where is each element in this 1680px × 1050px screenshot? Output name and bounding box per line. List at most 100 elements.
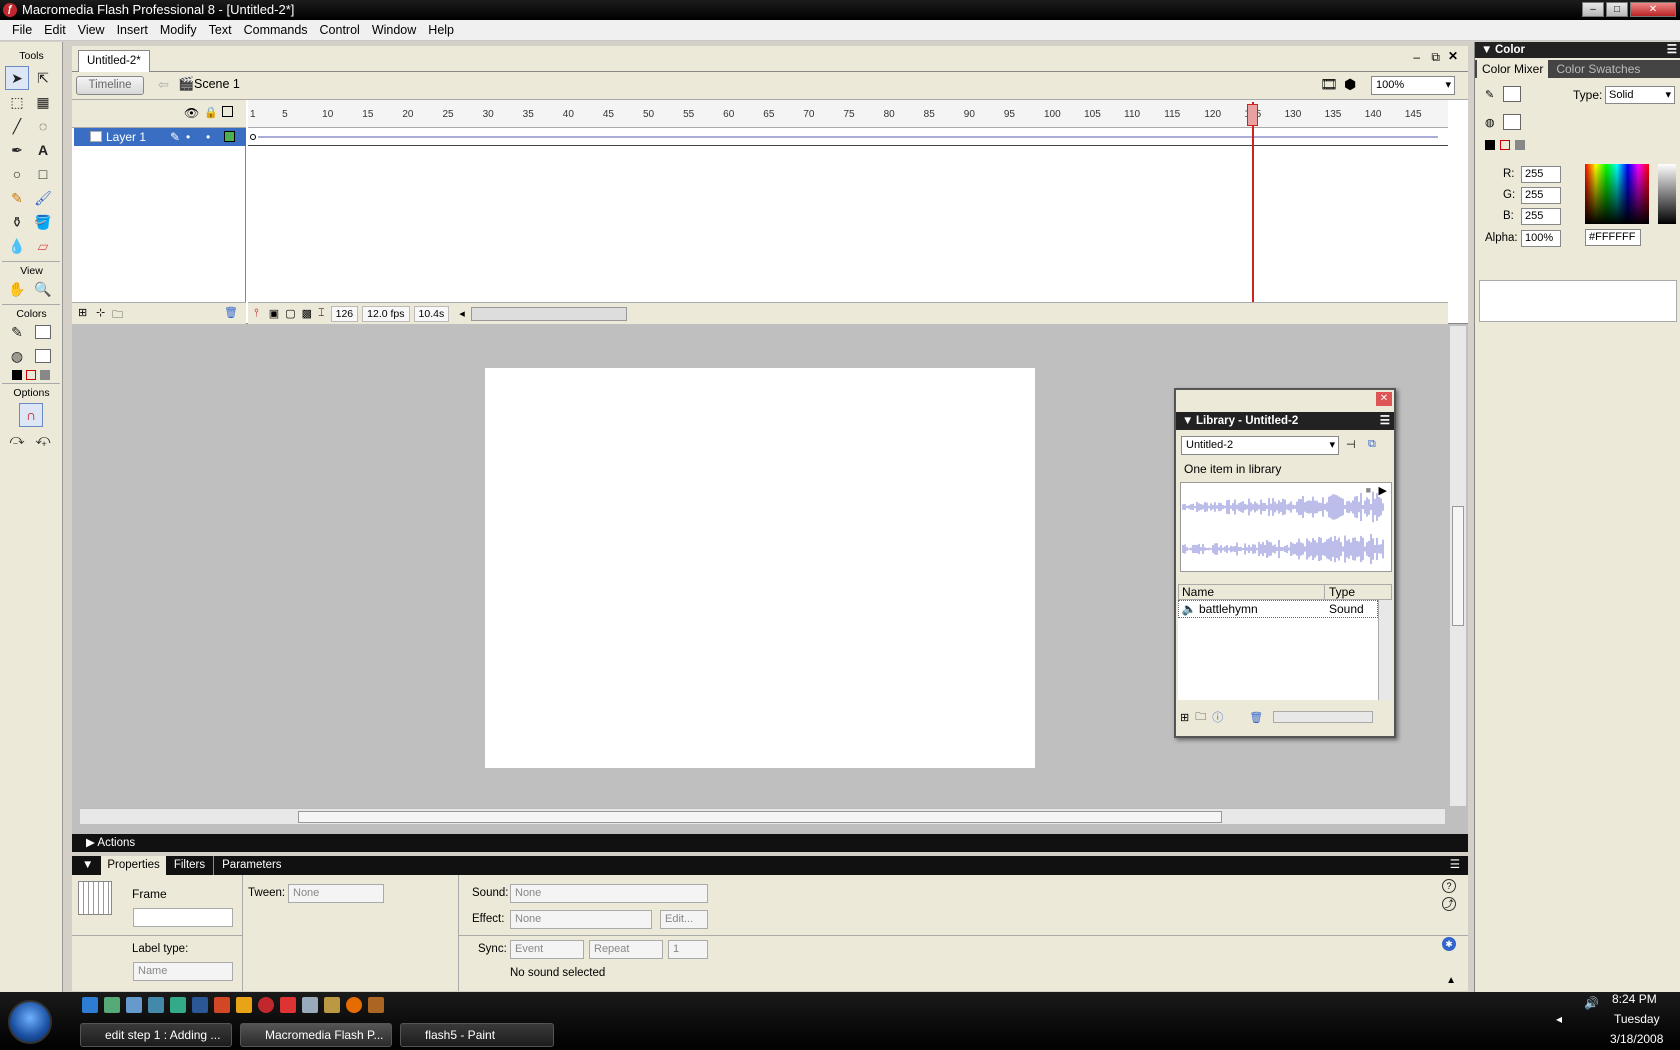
- menu-help[interactable]: Help: [422, 20, 460, 40]
- powerpoint-icon[interactable]: [214, 997, 230, 1013]
- swap-colors-icon[interactable]: [1515, 140, 1525, 150]
- lock-icon[interactable]: 🔒: [204, 106, 218, 119]
- blue-input[interactable]: 255: [1521, 208, 1561, 225]
- tab-filters[interactable]: Filters: [166, 856, 215, 875]
- oval-tool-icon[interactable]: ○: [5, 162, 29, 186]
- layer-row[interactable]: Layer 1 ✎ • •: [74, 128, 246, 146]
- type-select[interactable]: Solid ▾: [1605, 86, 1675, 104]
- stroke-color-icon[interactable]: ✎: [5, 320, 29, 344]
- back-arrow-icon[interactable]: ⇦: [158, 77, 169, 93]
- menu-edit[interactable]: Edit: [38, 20, 72, 40]
- repeat-select[interactable]: Repeat: [589, 940, 663, 959]
- document-tab[interactable]: Untitled-2*: [78, 50, 150, 72]
- ie-icon[interactable]: [82, 997, 98, 1013]
- onion-skin-icon[interactable]: ▣: [269, 307, 279, 320]
- edit-in-place-icon[interactable]: ⤴: [1442, 897, 1456, 911]
- free-transform-tool-icon[interactable]: ⬚: [5, 90, 29, 114]
- new-folder-icon[interactable]: 🗀: [1195, 708, 1206, 727]
- alpha-input[interactable]: 100%: [1521, 230, 1561, 247]
- ink-bottle-tool-icon[interactable]: ⚱: [5, 210, 29, 234]
- help-icon[interactable]: ?: [1442, 879, 1456, 893]
- eye-icon[interactable]: 👁: [184, 106, 199, 120]
- stroke-color-swatch[interactable]: [31, 320, 55, 344]
- start-button[interactable]: [8, 1000, 52, 1044]
- frames-row[interactable]: [248, 128, 1448, 146]
- line-tool-icon[interactable]: ╱: [5, 114, 29, 138]
- task-flash[interactable]: Macromedia Flash P...: [240, 1023, 392, 1047]
- outline-icon[interactable]: [222, 106, 233, 117]
- stroke-swatch[interactable]: [1503, 86, 1521, 102]
- brightness-slider[interactable]: [1658, 164, 1676, 224]
- menu-modify[interactable]: Modify: [154, 20, 203, 40]
- pen-tool-icon[interactable]: ✒: [5, 138, 29, 162]
- library-item[interactable]: 🔈 battlehymn Sound: [1178, 600, 1378, 618]
- properties-icon[interactable]: ⓘ: [1212, 709, 1223, 725]
- maximize-button[interactable]: □: [1606, 2, 1628, 17]
- library-hscrollbar[interactable]: [1273, 711, 1374, 723]
- subselection-tool-icon[interactable]: ⇱: [31, 66, 55, 90]
- lasso-tool-icon[interactable]: ◌: [31, 114, 55, 138]
- new-library-panel-icon[interactable]: ⧉: [1368, 438, 1376, 451]
- recycle-icon[interactable]: [302, 997, 318, 1013]
- playhead-handle[interactable]: [1247, 104, 1258, 126]
- insert-folder-icon[interactable]: 🗀: [112, 306, 123, 325]
- collapse-panel-icon[interactable]: ▲: [1446, 975, 1456, 986]
- motion-guide-icon[interactable]: ⊹: [96, 306, 105, 319]
- visible-dot[interactable]: •: [186, 128, 190, 146]
- delete-layer-icon[interactable]: 🗑: [224, 306, 238, 319]
- fill-color-icon[interactable]: ◍: [5, 344, 29, 368]
- new-symbol-icon[interactable]: ⊞: [1180, 711, 1189, 724]
- menu-text[interactable]: Text: [203, 20, 238, 40]
- volume-icon[interactable]: 🔊: [1584, 996, 1599, 1010]
- gradient-transform-tool-icon[interactable]: ▦: [31, 90, 55, 114]
- word-icon[interactable]: [192, 997, 208, 1013]
- close-button[interactable]: ✕: [1630, 2, 1676, 17]
- panel-options-icon[interactable]: ☰: [1450, 856, 1460, 875]
- effect-select[interactable]: None: [510, 910, 652, 929]
- insert-layer-icon[interactable]: ⊞: [78, 306, 87, 319]
- tab-properties[interactable]: Properties: [101, 856, 166, 875]
- stage[interactable]: [485, 368, 1035, 768]
- library-document-select[interactable]: Untitled-2 ▾: [1181, 436, 1339, 455]
- edit-multiple-icon[interactable]: ▩: [302, 307, 312, 320]
- sound-select[interactable]: None: [510, 884, 708, 903]
- desktop-icon[interactable]: [104, 997, 120, 1013]
- timeline-scroll-thumb[interactable]: [470, 306, 627, 321]
- menu-control[interactable]: Control: [314, 20, 366, 40]
- doc-close-icon[interactable]: ✕: [1448, 49, 1458, 63]
- label-type-select[interactable]: Name: [133, 962, 233, 981]
- computer-icon[interactable]: [148, 997, 164, 1013]
- tray-chevron-icon[interactable]: ◂: [1556, 1012, 1562, 1026]
- frame-ruler[interactable]: 1 5 10 15 20 25 30 35 40 45 50 55 60 65 70 75 80 85 90 95 10…: [248, 100, 1448, 128]
- pencil-tool-icon[interactable]: ✎: [5, 186, 29, 210]
- color-panel-header[interactable]: ▼ Color ☰: [1475, 42, 1680, 58]
- snap-magnet-icon[interactable]: ∩: [19, 403, 43, 427]
- straighten-option-icon[interactable]: ⤽: [31, 427, 55, 451]
- panel-options-icon[interactable]: ☰: [1380, 412, 1390, 430]
- edit-button[interactable]: Edit...: [660, 910, 708, 929]
- frame-name-input[interactable]: [133, 908, 233, 927]
- timeline-toggle-button[interactable]: Timeline: [76, 76, 144, 95]
- type-column-header[interactable]: Type: [1325, 585, 1355, 599]
- flash-icon[interactable]: [258, 997, 274, 1013]
- text-tool-icon[interactable]: A: [31, 138, 55, 162]
- edit-symbols-icon[interactable]: ⬢: [1344, 76, 1356, 93]
- scroll-left-icon[interactable]: ◂: [459, 307, 465, 320]
- red-input[interactable]: 255: [1521, 166, 1561, 183]
- eyedropper-tool-icon[interactable]: 💧: [5, 234, 29, 258]
- accessibility-icon[interactable]: ✱: [1442, 937, 1456, 951]
- app-icon-2[interactable]: [280, 997, 296, 1013]
- tools-icon[interactable]: [324, 997, 340, 1013]
- sync-select[interactable]: Event: [510, 940, 584, 959]
- menu-file[interactable]: File: [6, 20, 38, 40]
- tab-parameters[interactable]: Parameters: [214, 856, 289, 875]
- library-vscrollbar[interactable]: [1378, 600, 1392, 700]
- center-frame-icon[interactable]: ⫯: [254, 307, 259, 320]
- hand-tool-icon[interactable]: ✋: [5, 277, 29, 301]
- stop-icon[interactable]: ■: [1366, 485, 1371, 495]
- tab-color-mixer[interactable]: Color Mixer: [1477, 60, 1549, 78]
- play-icon[interactable]: ▶: [1379, 484, 1387, 497]
- eraser-tool-icon[interactable]: ▱: [31, 234, 55, 258]
- zoom-tool-icon[interactable]: 🔍: [31, 277, 55, 301]
- hex-input[interactable]: #FFFFFF: [1585, 229, 1641, 246]
